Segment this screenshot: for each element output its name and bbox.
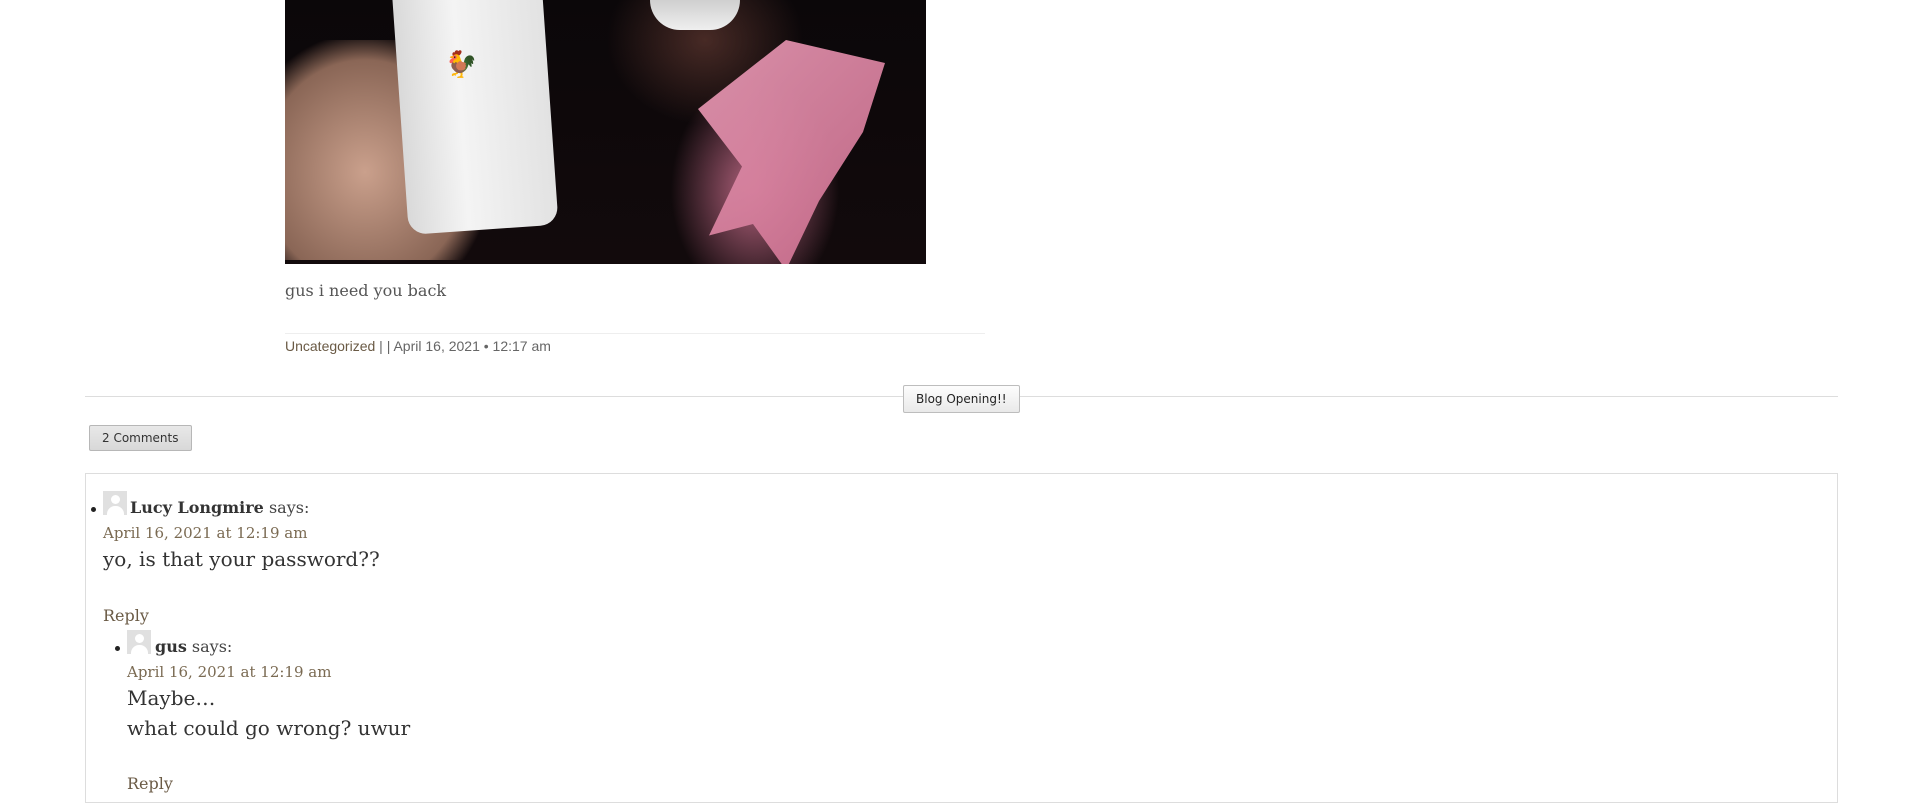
list-bullet (91, 507, 96, 512)
comment-author-line: Lucy Longmire says: (130, 498, 309, 517)
comment-text: Maybe… (127, 686, 216, 710)
comments-list (85, 473, 1838, 803)
avatar (103, 491, 127, 515)
post-meta: Uncategorized | | April 16, 2021 • 12:17… (285, 338, 551, 354)
comments-count-tab[interactable]: 2 Comments (89, 425, 192, 451)
post-image: 🐓 (285, 0, 926, 264)
comment-author: Lucy Longmire (130, 498, 264, 517)
comment-date[interactable]: April 16, 2021 at 12:19 am (103, 524, 307, 542)
comment-text: what could go wrong? uwur (127, 716, 411, 740)
says-label: says: (191, 637, 233, 656)
comment-date[interactable]: April 16, 2021 at 12:19 am (127, 663, 331, 681)
category-link[interactable]: Uncategorized (285, 338, 375, 354)
next-post-button[interactable]: Blog Opening!! (903, 385, 1020, 413)
list-bullet (115, 646, 120, 651)
post-datetime: April 16, 2021 • 12:17 am (393, 338, 551, 354)
rooster-logo-icon: 🐓 (445, 50, 478, 80)
comment-author-line: gus says: (155, 637, 232, 656)
comment-author: gus (155, 637, 187, 656)
meta-divider (285, 333, 985, 334)
comment-text: yo, is that your password?? (103, 547, 380, 571)
post-caption: gus i need you back (285, 281, 447, 300)
reply-link[interactable]: Reply (127, 774, 173, 793)
meta-separator: | | (379, 338, 391, 354)
photo-cup (391, 0, 559, 235)
says-label: says: (268, 498, 310, 517)
reply-link[interactable]: Reply (103, 606, 149, 625)
photo-smile (650, 0, 740, 30)
avatar (127, 630, 151, 654)
photo-scarf (698, 40, 885, 264)
